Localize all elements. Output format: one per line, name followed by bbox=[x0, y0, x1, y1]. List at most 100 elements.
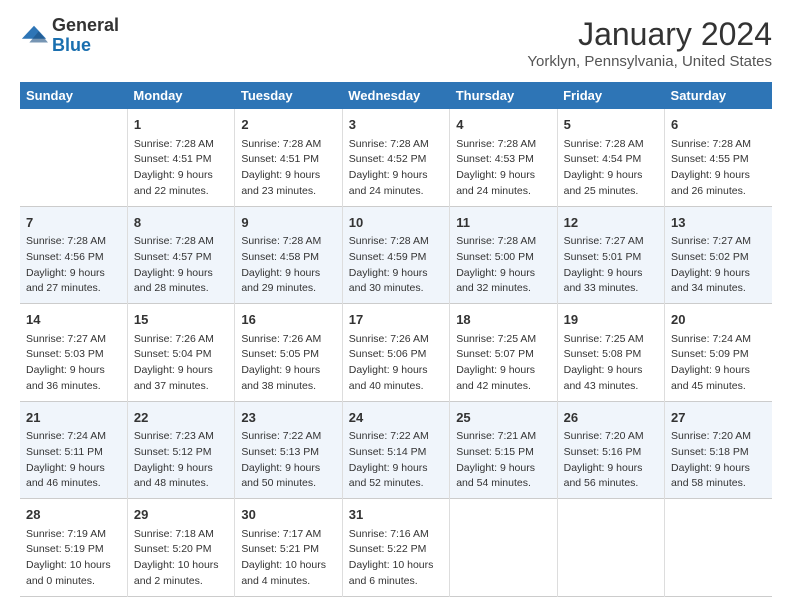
day-cell: 15Sunrise: 7:26 AMSunset: 5:04 PMDayligh… bbox=[127, 304, 234, 402]
column-header-sunday: Sunday bbox=[20, 82, 127, 109]
day-cell: 7Sunrise: 7:28 AMSunset: 4:56 PMDaylight… bbox=[20, 206, 127, 304]
day-cell: 29Sunrise: 7:18 AMSunset: 5:20 PMDayligh… bbox=[127, 499, 234, 597]
day-cell: 5Sunrise: 7:28 AMSunset: 4:54 PMDaylight… bbox=[557, 109, 664, 206]
logo-blue-text: Blue bbox=[52, 36, 119, 56]
day-cell: 31Sunrise: 7:16 AMSunset: 5:22 PMDayligh… bbox=[342, 499, 449, 597]
day-info: Sunrise: 7:16 AMSunset: 5:22 PMDaylight:… bbox=[349, 527, 443, 590]
day-info: Sunrise: 7:20 AMSunset: 5:18 PMDaylight:… bbox=[671, 429, 766, 492]
day-cell: 13Sunrise: 7:27 AMSunset: 5:02 PMDayligh… bbox=[665, 206, 772, 304]
day-cell: 24Sunrise: 7:22 AMSunset: 5:14 PMDayligh… bbox=[342, 401, 449, 499]
day-cell bbox=[450, 499, 557, 597]
day-number: 8 bbox=[134, 213, 228, 233]
day-number: 26 bbox=[564, 408, 658, 428]
location-title: Yorklyn, Pennsylvania, United States bbox=[527, 53, 772, 70]
day-cell: 17Sunrise: 7:26 AMSunset: 5:06 PMDayligh… bbox=[342, 304, 449, 402]
week-row-1: 1Sunrise: 7:28 AMSunset: 4:51 PMDaylight… bbox=[20, 109, 772, 206]
day-info: Sunrise: 7:23 AMSunset: 5:12 PMDaylight:… bbox=[134, 429, 228, 492]
day-info: Sunrise: 7:21 AMSunset: 5:15 PMDaylight:… bbox=[456, 429, 550, 492]
day-cell: 18Sunrise: 7:25 AMSunset: 5:07 PMDayligh… bbox=[450, 304, 557, 402]
day-number: 12 bbox=[564, 213, 658, 233]
day-number: 11 bbox=[456, 213, 550, 233]
day-cell: 16Sunrise: 7:26 AMSunset: 5:05 PMDayligh… bbox=[235, 304, 342, 402]
day-number: 29 bbox=[134, 505, 228, 525]
day-number: 3 bbox=[349, 115, 443, 135]
day-info: Sunrise: 7:28 AMSunset: 4:55 PMDaylight:… bbox=[671, 137, 766, 200]
day-info: Sunrise: 7:28 AMSunset: 4:51 PMDaylight:… bbox=[134, 137, 228, 200]
day-number: 30 bbox=[241, 505, 335, 525]
day-cell bbox=[557, 499, 664, 597]
day-cell: 8Sunrise: 7:28 AMSunset: 4:57 PMDaylight… bbox=[127, 206, 234, 304]
day-info: Sunrise: 7:28 AMSunset: 5:00 PMDaylight:… bbox=[456, 234, 550, 297]
column-header-wednesday: Wednesday bbox=[342, 82, 449, 109]
day-info: Sunrise: 7:25 AMSunset: 5:07 PMDaylight:… bbox=[456, 332, 550, 395]
day-number: 4 bbox=[456, 115, 550, 135]
day-number: 1 bbox=[134, 115, 228, 135]
day-info: Sunrise: 7:24 AMSunset: 5:11 PMDaylight:… bbox=[26, 429, 121, 492]
day-cell: 12Sunrise: 7:27 AMSunset: 5:01 PMDayligh… bbox=[557, 206, 664, 304]
column-header-monday: Monday bbox=[127, 82, 234, 109]
day-info: Sunrise: 7:28 AMSunset: 4:52 PMDaylight:… bbox=[349, 137, 443, 200]
day-cell: 10Sunrise: 7:28 AMSunset: 4:59 PMDayligh… bbox=[342, 206, 449, 304]
day-number: 20 bbox=[671, 310, 766, 330]
day-cell: 2Sunrise: 7:28 AMSunset: 4:51 PMDaylight… bbox=[235, 109, 342, 206]
day-number: 7 bbox=[26, 213, 121, 233]
day-cell: 26Sunrise: 7:20 AMSunset: 5:16 PMDayligh… bbox=[557, 401, 664, 499]
day-cell: 30Sunrise: 7:17 AMSunset: 5:21 PMDayligh… bbox=[235, 499, 342, 597]
day-info: Sunrise: 7:24 AMSunset: 5:09 PMDaylight:… bbox=[671, 332, 766, 395]
week-row-5: 28Sunrise: 7:19 AMSunset: 5:19 PMDayligh… bbox=[20, 499, 772, 597]
day-info: Sunrise: 7:28 AMSunset: 4:58 PMDaylight:… bbox=[241, 234, 335, 297]
day-number: 18 bbox=[456, 310, 550, 330]
day-number: 10 bbox=[349, 213, 443, 233]
logo-icon bbox=[20, 22, 48, 50]
day-number: 19 bbox=[564, 310, 658, 330]
day-info: Sunrise: 7:22 AMSunset: 5:13 PMDaylight:… bbox=[241, 429, 335, 492]
day-cell: 25Sunrise: 7:21 AMSunset: 5:15 PMDayligh… bbox=[450, 401, 557, 499]
day-info: Sunrise: 7:26 AMSunset: 5:06 PMDaylight:… bbox=[349, 332, 443, 395]
day-cell: 28Sunrise: 7:19 AMSunset: 5:19 PMDayligh… bbox=[20, 499, 127, 597]
day-number: 15 bbox=[134, 310, 228, 330]
day-cell: 27Sunrise: 7:20 AMSunset: 5:18 PMDayligh… bbox=[665, 401, 772, 499]
day-info: Sunrise: 7:27 AMSunset: 5:03 PMDaylight:… bbox=[26, 332, 121, 395]
day-number: 21 bbox=[26, 408, 121, 428]
day-cell: 11Sunrise: 7:28 AMSunset: 5:00 PMDayligh… bbox=[450, 206, 557, 304]
calendar-table: SundayMondayTuesdayWednesdayThursdayFrid… bbox=[20, 82, 772, 597]
day-cell: 6Sunrise: 7:28 AMSunset: 4:55 PMDaylight… bbox=[665, 109, 772, 206]
day-cell: 4Sunrise: 7:28 AMSunset: 4:53 PMDaylight… bbox=[450, 109, 557, 206]
day-info: Sunrise: 7:28 AMSunset: 4:53 PMDaylight:… bbox=[456, 137, 550, 200]
day-number: 31 bbox=[349, 505, 443, 525]
day-number: 25 bbox=[456, 408, 550, 428]
day-info: Sunrise: 7:20 AMSunset: 5:16 PMDaylight:… bbox=[564, 429, 658, 492]
column-header-tuesday: Tuesday bbox=[235, 82, 342, 109]
day-cell bbox=[665, 499, 772, 597]
calendar-header-row: SundayMondayTuesdayWednesdayThursdayFrid… bbox=[20, 82, 772, 109]
page-header: General Blue January 2024 Yorklyn, Penns… bbox=[20, 16, 772, 70]
day-info: Sunrise: 7:26 AMSunset: 5:04 PMDaylight:… bbox=[134, 332, 228, 395]
day-number: 22 bbox=[134, 408, 228, 428]
day-info: Sunrise: 7:28 AMSunset: 4:57 PMDaylight:… bbox=[134, 234, 228, 297]
logo: General Blue bbox=[20, 16, 119, 56]
day-cell: 21Sunrise: 7:24 AMSunset: 5:11 PMDayligh… bbox=[20, 401, 127, 499]
logo-general-text: General bbox=[52, 16, 119, 36]
day-cell bbox=[20, 109, 127, 206]
column-header-thursday: Thursday bbox=[450, 82, 557, 109]
day-number: 14 bbox=[26, 310, 121, 330]
day-info: Sunrise: 7:27 AMSunset: 5:01 PMDaylight:… bbox=[564, 234, 658, 297]
day-number: 16 bbox=[241, 310, 335, 330]
day-number: 13 bbox=[671, 213, 766, 233]
column-header-friday: Friday bbox=[557, 82, 664, 109]
day-number: 5 bbox=[564, 115, 658, 135]
day-info: Sunrise: 7:28 AMSunset: 4:51 PMDaylight:… bbox=[241, 137, 335, 200]
day-info: Sunrise: 7:28 AMSunset: 4:56 PMDaylight:… bbox=[26, 234, 121, 297]
day-number: 17 bbox=[349, 310, 443, 330]
week-row-4: 21Sunrise: 7:24 AMSunset: 5:11 PMDayligh… bbox=[20, 401, 772, 499]
day-cell: 9Sunrise: 7:28 AMSunset: 4:58 PMDaylight… bbox=[235, 206, 342, 304]
day-number: 27 bbox=[671, 408, 766, 428]
day-info: Sunrise: 7:26 AMSunset: 5:05 PMDaylight:… bbox=[241, 332, 335, 395]
month-title: January 2024 bbox=[527, 16, 772, 53]
day-cell: 1Sunrise: 7:28 AMSunset: 4:51 PMDaylight… bbox=[127, 109, 234, 206]
day-number: 2 bbox=[241, 115, 335, 135]
day-info: Sunrise: 7:19 AMSunset: 5:19 PMDaylight:… bbox=[26, 527, 121, 590]
day-cell: 14Sunrise: 7:27 AMSunset: 5:03 PMDayligh… bbox=[20, 304, 127, 402]
day-number: 23 bbox=[241, 408, 335, 428]
day-cell: 23Sunrise: 7:22 AMSunset: 5:13 PMDayligh… bbox=[235, 401, 342, 499]
